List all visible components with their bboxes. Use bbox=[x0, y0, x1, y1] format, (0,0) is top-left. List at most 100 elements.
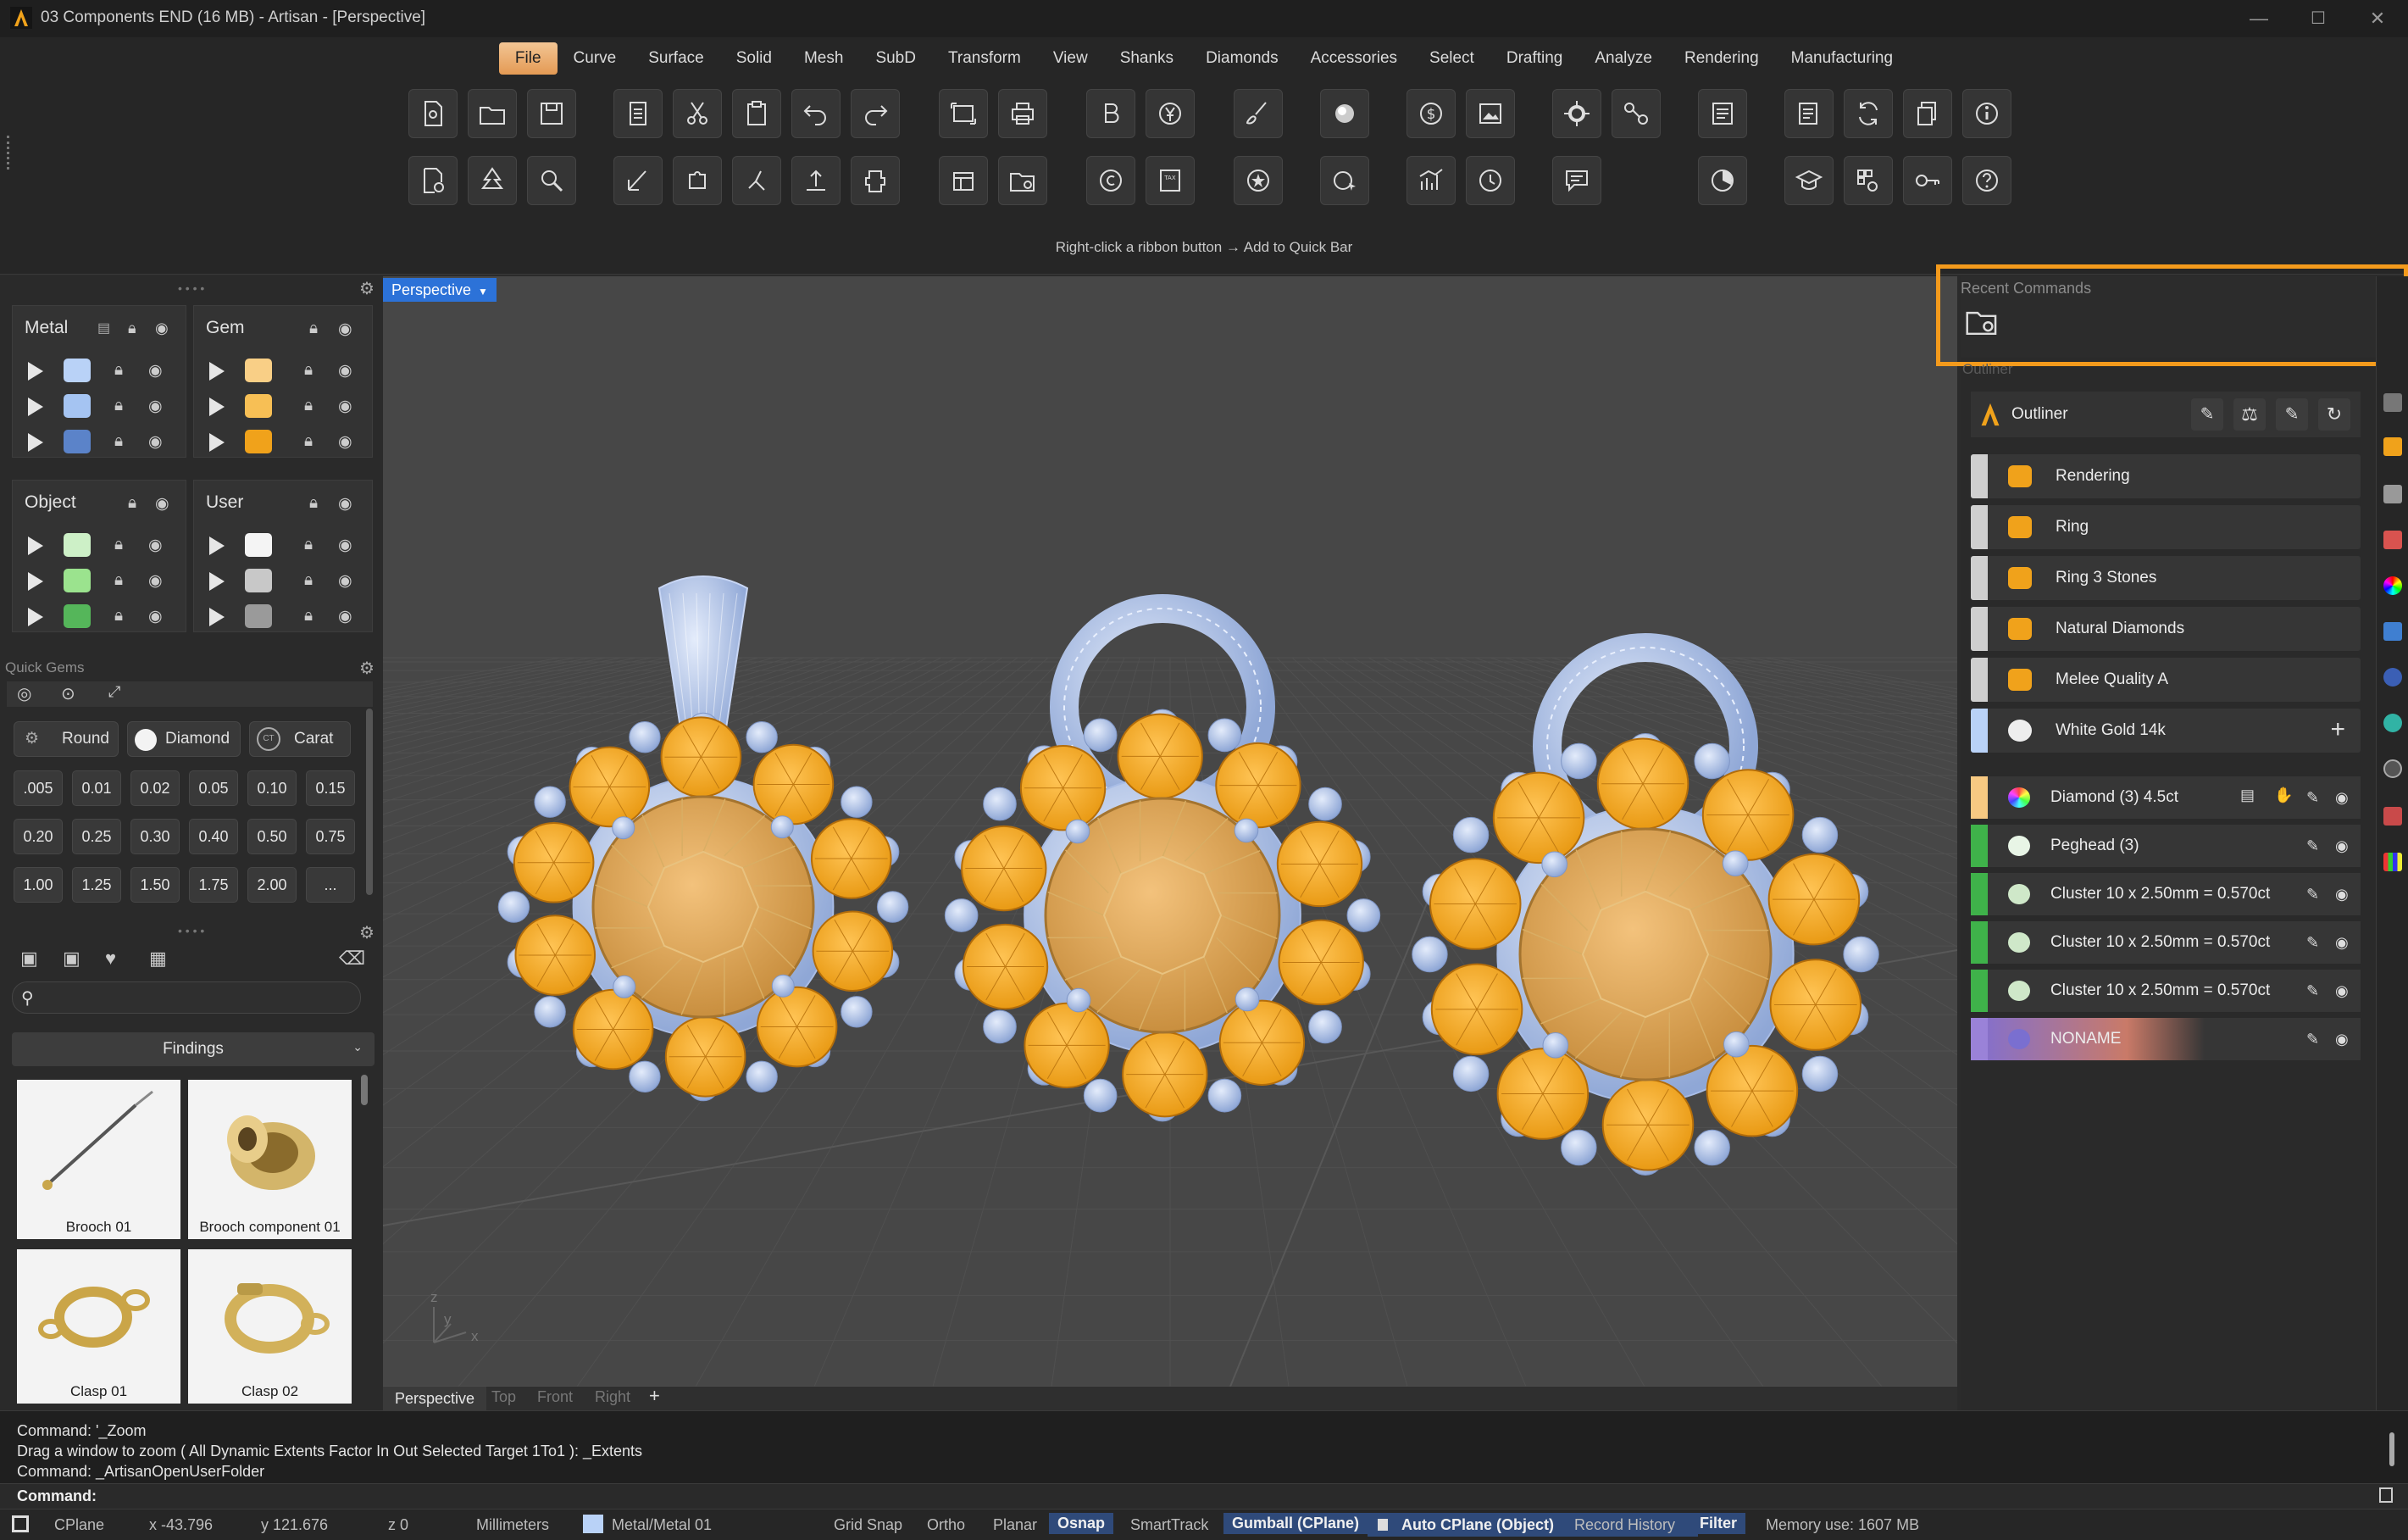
price-button[interactable]: $ bbox=[1407, 89, 1456, 138]
copy-button[interactable] bbox=[613, 89, 663, 138]
maximize-button[interactable]: ☐ bbox=[2293, 3, 2344, 34]
new-file-button[interactable] bbox=[408, 89, 458, 138]
layer-color-swatch[interactable] bbox=[64, 359, 91, 382]
layer-color-swatch[interactable] bbox=[64, 430, 91, 453]
gem-layer-row[interactable]: 🔒︎ ◉ bbox=[194, 389, 363, 423]
carat-size-button[interactable]: 1.50 bbox=[130, 867, 180, 903]
library-settings-gear-icon[interactable]: ⚙ bbox=[359, 922, 375, 943]
layer-color-swatch[interactable] bbox=[64, 604, 91, 628]
tab-shanks[interactable]: Shanks bbox=[1104, 42, 1190, 75]
layer-color-swatch[interactable] bbox=[64, 533, 91, 557]
info-button[interactable] bbox=[1962, 89, 2011, 138]
lock-icon[interactable]: 🔒︎ bbox=[114, 536, 133, 554]
lock-icon[interactable]: 🔒︎ bbox=[304, 536, 323, 554]
visibility-eye-icon[interactable]: ◉ bbox=[2335, 934, 2355, 951]
carat-mode-button[interactable]: CT Carat bbox=[249, 721, 351, 757]
lock-icon[interactable]: 🔒︎ bbox=[304, 397, 323, 415]
undo-button[interactable] bbox=[791, 89, 841, 138]
command-history-scrollbar[interactable] bbox=[2389, 1432, 2394, 1466]
lock-icon[interactable]: 🔒︎ bbox=[114, 571, 133, 590]
carat-size-button[interactable]: 0.75 bbox=[306, 819, 355, 854]
gumball-button[interactable] bbox=[1552, 89, 1601, 138]
help-button[interactable] bbox=[1962, 156, 2011, 205]
gem-round-tool-icon[interactable]: ◎ bbox=[17, 683, 31, 704]
carat-size-button[interactable]: 0.15 bbox=[306, 770, 355, 806]
play-icon[interactable] bbox=[209, 536, 225, 555]
library-item[interactable]: Clasp 02 bbox=[188, 1249, 352, 1404]
lock-icon[interactable]: 🔒︎ bbox=[114, 432, 133, 451]
camera-folder-icon[interactable]: ▣ bbox=[63, 948, 80, 970]
library-item[interactable]: Brooch 01 bbox=[17, 1080, 180, 1239]
bold-text-button[interactable] bbox=[1086, 89, 1135, 138]
library-item[interactable]: Clasp 01 bbox=[17, 1249, 180, 1404]
outliner-material-row[interactable]: Rendering bbox=[1971, 454, 2361, 498]
currency-button[interactable] bbox=[1146, 89, 1195, 138]
print-button[interactable] bbox=[998, 89, 1047, 138]
metal-layer-row[interactable]: 🔒︎ ◉ bbox=[13, 353, 182, 387]
play-icon[interactable] bbox=[209, 572, 225, 591]
materials-tab-icon[interactable] bbox=[2383, 531, 2402, 549]
environment-tab-icon[interactable] bbox=[2383, 714, 2402, 732]
tab-rendering[interactable]: Rendering bbox=[1668, 42, 1775, 75]
picture-button[interactable] bbox=[1466, 89, 1515, 138]
eye-icon[interactable]: ◉ bbox=[338, 397, 357, 415]
outliner-material-row[interactable]: White Gold 14k + bbox=[1971, 709, 2361, 753]
outliner-object-row[interactable]: NONAME ✎ ◉ bbox=[1971, 1018, 2361, 1060]
tab-file[interactable]: File bbox=[498, 42, 558, 75]
carat-size-button[interactable]: 1.25 bbox=[72, 867, 121, 903]
carat-size-button[interactable]: 0.40 bbox=[189, 819, 238, 854]
status-gumball[interactable]: Gumball (CPlane) bbox=[1223, 1513, 1368, 1534]
tools-tab-icon[interactable] bbox=[2383, 807, 2402, 826]
library-item[interactable]: Brooch component 01 bbox=[188, 1080, 352, 1239]
panel-grip-handle[interactable]: • • • • bbox=[178, 924, 204, 937]
status-grid-snap[interactable]: Grid Snap bbox=[834, 1516, 902, 1534]
viewport-menu-chevron-icon[interactable]: ▼ bbox=[478, 286, 488, 297]
sphere-tab-icon[interactable] bbox=[2383, 668, 2402, 687]
status-smarttrack[interactable]: SmartTrack bbox=[1130, 1516, 1208, 1534]
outliner-material-row[interactable]: Ring 3 Stones bbox=[1971, 556, 2361, 600]
outliner-object-row[interactable]: Cluster 10 x 2.50mm = 0.570ct ✎ ◉ bbox=[1971, 921, 2361, 964]
copy-pages-button[interactable] bbox=[1903, 89, 1952, 138]
edit-pencil-icon[interactable]: ✎ bbox=[2306, 789, 2323, 806]
current-layer-color-swatch[interactable] bbox=[583, 1515, 603, 1533]
command-input-row[interactable]: Command: bbox=[0, 1483, 2408, 1509]
copyright-button[interactable] bbox=[1086, 156, 1135, 205]
lock-icon[interactable]: 🔒︎ bbox=[128, 494, 147, 513]
refresh-icon[interactable]: ↻ bbox=[2318, 398, 2350, 431]
tax-button[interactable]: TAX bbox=[1146, 156, 1195, 205]
visibility-eye-icon[interactable]: ◉ bbox=[2335, 1031, 2355, 1048]
license-button[interactable] bbox=[1903, 156, 1952, 205]
learning-button[interactable] bbox=[1784, 156, 1834, 205]
eye-icon[interactable]: ◉ bbox=[148, 432, 167, 451]
eraser-icon[interactable]: ⌫ bbox=[339, 948, 365, 970]
add-folder-icon[interactable]: ▣ bbox=[20, 948, 38, 970]
component-button[interactable] bbox=[673, 156, 722, 205]
tab-solid[interactable]: Solid bbox=[720, 42, 788, 75]
status-osnap[interactable]: Osnap bbox=[1049, 1513, 1114, 1534]
carat-size-button[interactable]: 0.05 bbox=[189, 770, 238, 806]
outliner-material-row[interactable]: Melee Quality A bbox=[1971, 658, 2361, 702]
tab-subd[interactable]: SubD bbox=[859, 42, 932, 75]
layer-color-swatch[interactable] bbox=[245, 533, 272, 557]
quick-gems-settings-gear-icon[interactable]: ⚙ bbox=[359, 658, 375, 679]
tree-button[interactable] bbox=[468, 156, 517, 205]
play-icon[interactable] bbox=[28, 572, 43, 591]
attach-button[interactable] bbox=[732, 156, 781, 205]
edit-pencil-icon[interactable]: ✎ bbox=[2306, 1031, 2323, 1048]
edit-pencil-icon[interactable]: ✎ bbox=[2306, 982, 2323, 999]
file-search-button[interactable] bbox=[408, 156, 458, 205]
balance-scale-icon[interactable]: ⚖ bbox=[2233, 398, 2266, 431]
layer-color-swatch[interactable] bbox=[64, 569, 91, 592]
tab-surface[interactable]: Surface bbox=[632, 42, 719, 75]
status-cplane[interactable]: CPlane bbox=[54, 1516, 104, 1534]
panel-grip-handle[interactable]: • • • • bbox=[178, 281, 204, 295]
lock-icon[interactable]: 🔒︎ bbox=[304, 432, 323, 451]
layer-color-swatch[interactable] bbox=[245, 394, 272, 418]
tab-transform[interactable]: Transform bbox=[932, 42, 1037, 75]
gem-layer-row[interactable]: 🔒︎ ◉ bbox=[194, 425, 363, 459]
play-icon[interactable] bbox=[28, 433, 43, 452]
user-layer-row[interactable]: 🔒︎ ◉ bbox=[194, 528, 363, 562]
viewport-tab-right[interactable]: Right bbox=[595, 1388, 630, 1406]
brush-button[interactable] bbox=[1234, 89, 1283, 138]
status-auto-cplane[interactable]: Auto CPlane (Object) bbox=[1401, 1516, 1554, 1534]
